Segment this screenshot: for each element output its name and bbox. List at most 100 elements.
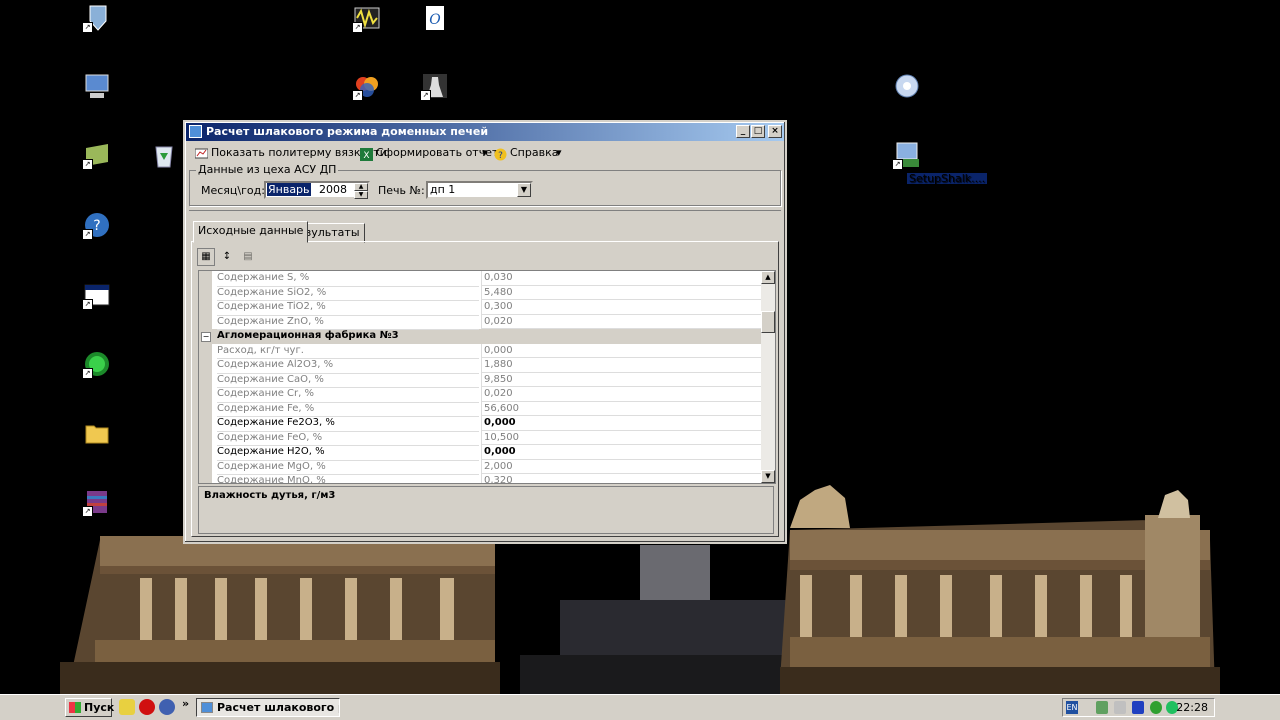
main-panel: Исходные данные Результаты ▦ ↕ ▤ Содержани… xyxy=(189,210,781,539)
scroll-up-icon[interactable]: ▲ xyxy=(761,271,775,284)
grid-property-row[interactable]: Содержание TiO2, % 0,300 xyxy=(199,300,764,316)
desktop-icon-quick-data[interactable]: ↗ Quick Data Client (1.4) xyxy=(57,349,183,393)
chart-icon xyxy=(194,148,209,159)
spin-up-icon[interactable]: ▲ xyxy=(354,183,368,191)
desktop-icon-setupshalk[interactable]: ↗ SetupShalk.... xyxy=(867,140,988,184)
row-gutter: − xyxy=(199,329,212,344)
property-name: Содержание ZnO, % xyxy=(217,315,479,330)
property-value[interactable]: 0,030 xyxy=(481,271,764,286)
property-name: Содержание TiO2, % xyxy=(217,300,479,316)
desktop-icon-phoenix[interactable]: ↗ Phoenix CS xyxy=(395,71,475,115)
row-gutter xyxy=(199,300,212,315)
svg-text:O: O xyxy=(429,12,441,28)
property-grid[interactable]: Содержание MnO, % 0,320 Содержание MgO, % 2… xyxy=(198,270,776,484)
property-value[interactable]: 0,000 xyxy=(481,416,764,431)
property-value[interactable]: 1,880 xyxy=(481,358,764,373)
row-gutter xyxy=(199,358,212,373)
year-value: 2008 xyxy=(319,183,348,196)
desktop-icon-my-computer[interactable]: Мой компьютер xyxy=(57,71,149,115)
show-viscosity-button[interactable]: Показать политерму вязкости xyxy=(194,145,387,161)
grid-property-row[interactable]: Содержание Fe, % 56,600 xyxy=(199,401,764,417)
property-value[interactable]: 56,600 xyxy=(481,401,764,416)
property-value[interactable]: 2,000 xyxy=(481,459,764,474)
grid-property-row[interactable]: Содержание H2O, % 0,000 xyxy=(199,445,764,461)
desktop-icon-segoeui[interactable]: O segoeui.ttf xyxy=(395,3,475,47)
grid-property-row[interactable]: Содержание ZnO, % 0,020 xyxy=(199,314,764,330)
taskbar-app-button[interactable]: Расчет шлакового р... xyxy=(196,698,340,717)
month-year-picker[interactable]: Январь 2008 ▲ ▼ xyxy=(264,181,370,199)
windows-logo-icon xyxy=(69,702,81,713)
property-name: Содержание Cr, % xyxy=(217,387,479,403)
row-gutter xyxy=(199,445,212,460)
recycle-bin-icon xyxy=(149,140,179,170)
close-button[interactable]: × xyxy=(768,125,782,138)
window-icon: ↗ xyxy=(82,280,112,310)
furnace-select[interactable]: дп 1 ▼ xyxy=(426,181,533,199)
report-dropdown-arrow[interactable]: ▾ xyxy=(482,145,488,161)
help-icon: ? ↗ xyxy=(82,210,112,240)
security-icon[interactable] xyxy=(1150,701,1162,714)
description-pane: Влажность дутья, г/м3 xyxy=(198,486,774,534)
start-button[interactable]: Пуск xyxy=(65,698,114,717)
language-indicator[interactable]: EN xyxy=(1066,701,1078,714)
spin-down-icon[interactable]: ▼ xyxy=(354,191,368,199)
grid-property-row[interactable]: Содержание MnO, % 0,320 xyxy=(199,474,764,483)
quicklaunch-network-icon[interactable] xyxy=(119,699,135,715)
title-bar[interactable]: Расчет шлакового режима доменных печей _… xyxy=(186,123,784,141)
grid-property-row[interactable]: Содержание CaO, % 9,850 xyxy=(199,372,764,388)
description-title: Влажность дутья, г/м3 xyxy=(204,490,336,501)
desktop-icon-lio[interactable]: ↗ LIO Release Notes (1.4) xyxy=(57,280,186,324)
volume-icon[interactable] xyxy=(1114,701,1126,714)
property-value[interactable]: 0,000 xyxy=(481,343,764,358)
month-year-spinner[interactable]: ▲ ▼ xyxy=(354,183,368,199)
chevron-down-icon[interactable]: ▼ xyxy=(517,183,531,197)
property-value[interactable]: 0,000 xyxy=(481,445,764,460)
grid-property-row[interactable]: Содержание Cr, % 0,020 xyxy=(199,387,764,403)
desktop-icon-materials-archive[interactable]: ↗ Материалы по КР от 1... xyxy=(57,487,196,531)
desktop-icon-materials[interactable]: Материалы по КР xyxy=(57,418,158,462)
grid-property-row[interactable]: Содержание FeO, % 10,500 xyxy=(199,430,764,446)
categorized-view-icon[interactable]: ▦ xyxy=(197,248,215,266)
grid-property-row[interactable]: Содержание Fe2O3, % 0,000 xyxy=(199,416,764,432)
asu-data-group: Данные из цеха АСУ ДП Месяц\год: Январь … xyxy=(189,163,781,206)
row-gutter xyxy=(199,314,212,329)
alphabetical-sort-icon[interactable]: ↕ xyxy=(218,249,236,267)
grid-property-row[interactable]: Содержание S, % 0,030 xyxy=(199,271,764,287)
furnace-label: Печь №: xyxy=(378,184,425,197)
help-menu-button[interactable]: ? Справка xyxy=(494,145,558,161)
desktop-icon-help-manual[interactable]: ? ↗ Help & Manual 5 xyxy=(57,210,148,254)
quicklaunch-expand-icon[interactable]: » xyxy=(182,697,189,710)
scroll-down-icon[interactable]: ▼ xyxy=(761,470,775,483)
quicklaunch-media-icon[interactable] xyxy=(159,699,175,715)
grid-property-row[interactable]: Расход, кг/т чуг. 0,000 xyxy=(199,343,764,359)
vertical-scrollbar[interactable]: ▲ ▼ xyxy=(761,271,775,483)
generate-report-button[interactable]: X Сформировать отчет xyxy=(360,145,498,161)
desktop-icon-setup[interactable]: setup.exe xyxy=(867,71,947,115)
bluetooth-icon[interactable] xyxy=(1132,701,1144,714)
tab-input-data[interactable]: Исходные данные xyxy=(193,221,309,243)
grid-property-row[interactable]: Содержание SiO2, % 5,480 xyxy=(199,285,764,301)
network-icon[interactable] xyxy=(1096,701,1108,714)
shield-icon: ↗ xyxy=(82,3,112,33)
desktop-icon-myac[interactable]: ↗ myAC xyxy=(57,3,137,47)
font-file-icon: O xyxy=(420,3,450,33)
taskbar: Пуск » Расчет шлакового р... EN 22:28 xyxy=(0,694,1280,720)
property-value[interactable]: 0,320 xyxy=(481,474,764,483)
property-pages-icon[interactable]: ▤ xyxy=(239,249,257,267)
maximize-button[interactable]: □ xyxy=(751,125,765,138)
property-value[interactable]: 0,300 xyxy=(481,300,764,315)
scroll-thumb[interactable] xyxy=(761,311,775,333)
help-icon: ? xyxy=(494,148,507,161)
property-value[interactable]: 0,020 xyxy=(481,387,764,402)
grid-property-row[interactable]: Содержание MgO, % 2,000 xyxy=(199,459,764,475)
grid-property-row[interactable]: Содержание Al2O3, % 1,880 xyxy=(199,358,764,374)
property-value[interactable]: 0,020 xyxy=(481,314,764,329)
property-value[interactable]: 5,480 xyxy=(481,285,764,300)
property-value[interactable]: 10,500 xyxy=(481,430,764,445)
minimize-button[interactable]: _ xyxy=(736,125,750,138)
quicklaunch-opera-icon[interactable] xyxy=(139,699,155,715)
collapse-icon[interactable]: − xyxy=(201,332,211,342)
grid-category-row[interactable]: − Агломерационная фабрика №3 xyxy=(199,329,764,344)
property-value[interactable]: 9,850 xyxy=(481,372,764,387)
help-dropdown-arrow[interactable]: ▾ xyxy=(556,145,562,161)
